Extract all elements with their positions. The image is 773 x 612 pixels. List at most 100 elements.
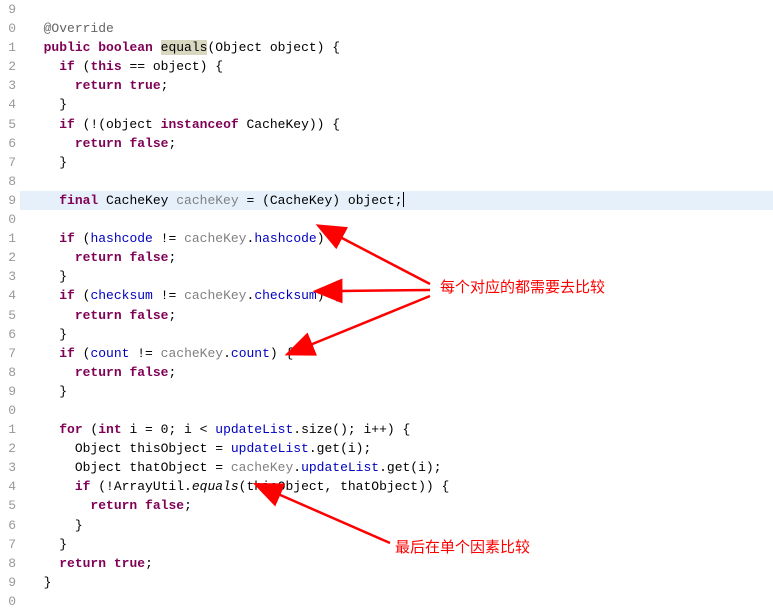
code-line (20, 592, 773, 611)
code-line: } (20, 382, 773, 401)
code-line: if (!(object instanceof CacheKey)) { (20, 115, 773, 134)
line-number: 8 (0, 172, 16, 191)
line-number: 5 (0, 496, 16, 515)
line-number: 0 (0, 592, 16, 611)
line-number: 3 (0, 76, 16, 95)
line-number: 1 (0, 229, 16, 248)
dot: . (293, 460, 301, 475)
code-text: (!(object (75, 117, 161, 132)
line-number: 9 (0, 382, 16, 401)
line-number: 7 (0, 535, 16, 554)
code-text: (thisObject, thatObject)) { (239, 479, 450, 494)
code-line-highlighted: final CacheKey cacheKey = (CacheKey) obj… (20, 191, 773, 210)
annotation: @Override (44, 21, 114, 36)
code-editor: 9 0 1 2 3 4 5 6 7 8 9 0 1 2 3 4 5 6 7 8 … (0, 0, 773, 611)
keyword: return (90, 498, 137, 513)
line-number: 5 (0, 115, 16, 134)
line-number: 2 (0, 248, 16, 267)
code-text: .get(i); (309, 441, 371, 456)
code-line: return true; (20, 76, 773, 95)
keyword: return (75, 308, 122, 323)
variable: cacheKey (184, 288, 246, 303)
brace: } (59, 537, 67, 552)
keyword: final (59, 193, 98, 208)
code-line: Object thisObject = updateList.get(i); (20, 439, 773, 458)
line-number: 4 (0, 95, 16, 114)
code-line: } (20, 573, 773, 592)
code-text: (!ArrayUtil. (90, 479, 191, 494)
literal: false (129, 365, 168, 380)
brace: } (59, 384, 67, 399)
code-text: i = 0; i < (122, 422, 216, 437)
code-line: } (20, 95, 773, 114)
code-text: .size(); i++) { (293, 422, 410, 437)
variable: cacheKey (184, 231, 246, 246)
code-text: (Object object) { (207, 40, 340, 55)
line-number: 4 (0, 477, 16, 496)
line-number: 0 (0, 210, 16, 229)
variable: cacheKey (231, 460, 293, 475)
line-number: 6 (0, 325, 16, 344)
keyword: if (59, 117, 75, 132)
annotation-label-1: 每个对应的都需要去比较 (440, 278, 605, 297)
keyword: return (75, 136, 122, 151)
code-area[interactable]: @Override public boolean equals(Object o… (20, 0, 773, 611)
line-number: 2 (0, 439, 16, 458)
method-call: equals (192, 479, 239, 494)
code-text: CacheKey)) { (239, 117, 340, 132)
line-number: 7 (0, 153, 16, 172)
literal: false (145, 498, 184, 513)
annotation-label-2: 最后在单个因素比较 (395, 538, 530, 557)
line-number: 4 (0, 286, 16, 305)
brace: } (59, 327, 67, 342)
field: checksum (254, 288, 316, 303)
keyword: return (75, 365, 122, 380)
code-line: return false; (20, 248, 773, 267)
line-number: 9 (0, 191, 16, 210)
code-text: Object thatObject = (75, 460, 231, 475)
line-number: 1 (0, 420, 16, 439)
keyword: if (59, 231, 75, 246)
code-line: if (count != cacheKey.count) { (20, 344, 773, 363)
code-line: public boolean equals(Object object) { (20, 38, 773, 57)
line-number: 1 (0, 38, 16, 57)
keyword: int (98, 422, 121, 437)
code-line (20, 0, 773, 19)
brace: } (59, 155, 67, 170)
code-text: ) { (317, 231, 340, 246)
brace: } (59, 269, 67, 284)
code-text: CacheKey (98, 193, 176, 208)
line-number: 9 (0, 573, 16, 592)
keyword: for (59, 422, 82, 437)
line-number: 0 (0, 401, 16, 420)
field: checksum (90, 288, 152, 303)
variable: cacheKey (161, 346, 223, 361)
field: count (231, 346, 270, 361)
keyword: if (59, 288, 75, 303)
line-number: 0 (0, 19, 16, 38)
code-text: = (CacheKey) object; (239, 193, 403, 208)
code-text: == object) { (122, 59, 223, 74)
line-number: 6 (0, 134, 16, 153)
line-number: 7 (0, 344, 16, 363)
variable: cacheKey (176, 193, 238, 208)
line-number: 5 (0, 306, 16, 325)
line-number: 3 (0, 267, 16, 286)
code-line: if (!ArrayUtil.equals(thisObject, thatOb… (20, 477, 773, 496)
code-line: @Override (20, 19, 773, 38)
literal: false (129, 136, 168, 151)
keyword: public (44, 40, 91, 55)
line-number: 6 (0, 516, 16, 535)
method-name: equals (161, 40, 208, 55)
code-line: return false; (20, 134, 773, 153)
line-number: 9 (0, 0, 16, 19)
literal: false (129, 308, 168, 323)
code-line (20, 401, 773, 420)
field: hashcode (254, 231, 316, 246)
text-cursor (403, 192, 404, 207)
keyword: if (59, 346, 75, 361)
code-line: } (20, 267, 773, 286)
line-number: 3 (0, 458, 16, 477)
field: updateList (301, 460, 379, 475)
keyword: return (75, 78, 122, 93)
